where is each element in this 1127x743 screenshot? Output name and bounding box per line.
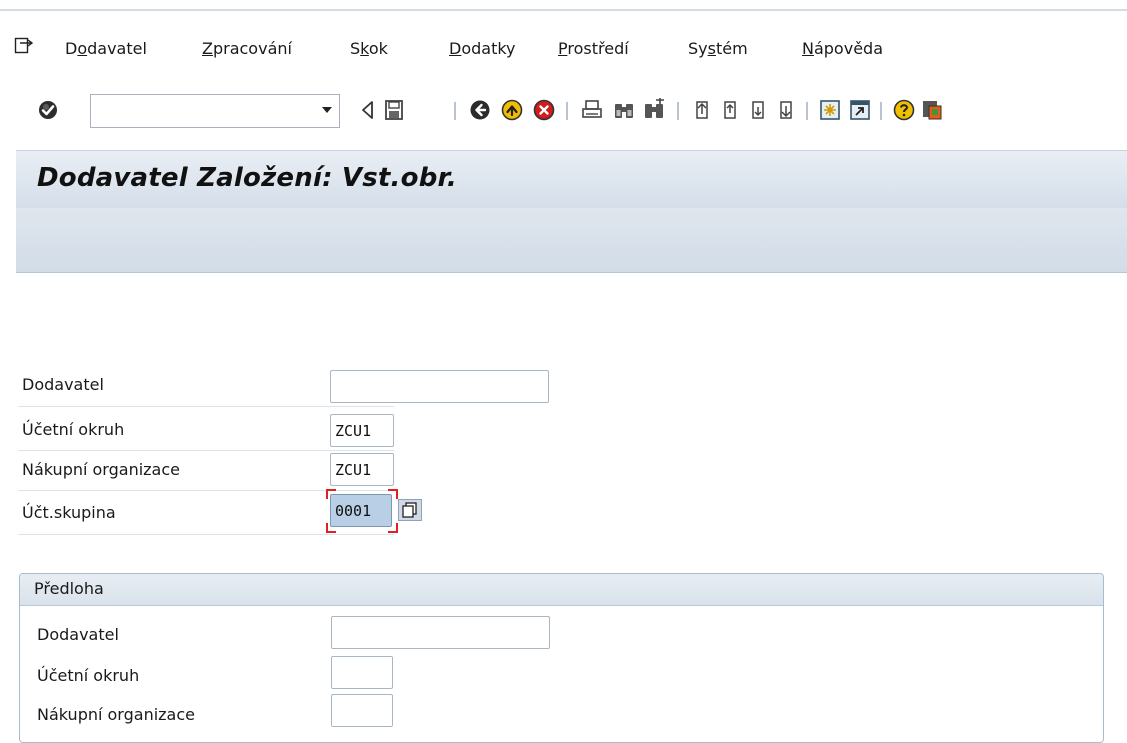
previous-page-icon[interactable] — [718, 97, 742, 123]
ref-vendor-input[interactable] — [332, 617, 549, 648]
create-session-icon[interactable] — [818, 97, 842, 123]
first-page-icon[interactable] — [690, 97, 714, 123]
ref-purchasing-org-field[interactable] — [331, 694, 393, 727]
toolbar-separator — [806, 102, 808, 120]
menu-bar: Dodavatel Zpracování Skok Dodatky Prostř… — [0, 30, 1127, 66]
focus-corner — [388, 489, 398, 499]
title-bar: Dodavatel Založení: Vst.obr. — [16, 150, 1127, 209]
row-divider — [18, 450, 394, 451]
help-icon[interactable] — [892, 97, 916, 123]
reference-group-header: Předloha — [20, 574, 1103, 606]
toolbar-separator — [880, 102, 882, 120]
ref-purchasing-org-label: Nákupní organizace — [37, 705, 195, 724]
command-input[interactable] — [95, 96, 314, 128]
find-next-icon[interactable] — [642, 97, 666, 123]
print-icon[interactable] — [580, 97, 604, 123]
row-divider — [18, 534, 394, 535]
chevron-down-icon[interactable] — [321, 106, 333, 114]
reference-group: Předloha Dodavatel Účetní okruh Nákupní … — [19, 573, 1104, 743]
customize-layout-icon[interactable] — [920, 97, 944, 123]
company-code-label: Účetní okruh — [22, 420, 125, 439]
account-group-field[interactable] — [330, 494, 392, 527]
reference-group-title: Předloha — [34, 579, 104, 598]
vendor-field[interactable] — [330, 370, 549, 403]
value-help-icon[interactable] — [398, 499, 422, 521]
menu-edit[interactable]: Zpracování — [202, 39, 292, 59]
toolbar-separator — [566, 102, 568, 120]
vendor-label: Dodavatel — [22, 375, 104, 394]
menu-help[interactable]: Nápověda — [802, 39, 883, 59]
find-icon[interactable] — [612, 97, 636, 123]
company-code-input[interactable] — [331, 415, 393, 446]
focus-corner — [388, 523, 398, 533]
ref-purchasing-org-input[interactable] — [332, 695, 392, 726]
ref-vendor-label: Dodavatel — [37, 625, 119, 644]
ref-company-code-input[interactable] — [332, 657, 392, 688]
ref-company-code-label: Účetní okruh — [37, 666, 140, 685]
menu-extras[interactable]: Dodatky — [449, 39, 516, 59]
purchasing-org-field[interactable] — [330, 453, 394, 486]
shortcut-icon[interactable] — [848, 97, 872, 123]
save-icon[interactable] — [382, 97, 406, 123]
focus-corner — [326, 523, 336, 533]
toolbar-separator — [454, 102, 456, 120]
menu-environment[interactable]: Prostředí — [558, 39, 629, 59]
purchasing-org-label: Nákupní organizace — [22, 460, 180, 479]
system-toolbar — [0, 90, 1127, 134]
row-divider — [18, 406, 394, 407]
ref-company-code-field[interactable] — [331, 656, 393, 689]
account-group-input[interactable] — [331, 495, 391, 526]
cancel-icon[interactable] — [532, 97, 556, 123]
exit-icon[interactable] — [500, 97, 524, 123]
back-arrow-icon[interactable] — [356, 97, 380, 123]
vendor-input[interactable] — [331, 371, 548, 402]
account-group-label: Účt.skupina — [22, 503, 116, 522]
menu-vendor[interactable]: Dodavatel — [65, 39, 147, 59]
menu-system[interactable]: Systém — [688, 39, 748, 59]
company-code-field[interactable] — [330, 414, 394, 447]
page-title: Dodavatel Založení: Vst.obr. — [37, 163, 457, 193]
purchasing-org-input[interactable] — [331, 454, 393, 485]
enter-icon[interactable] — [36, 97, 60, 123]
menu-expand-icon[interactable] — [14, 36, 34, 56]
row-divider — [18, 490, 394, 491]
menu-goto[interactable]: Skok — [350, 39, 388, 59]
last-page-icon[interactable] — [774, 97, 798, 123]
command-field[interactable] — [90, 94, 340, 128]
focus-corner — [326, 489, 336, 499]
ref-vendor-field[interactable] — [331, 616, 550, 649]
next-page-icon[interactable] — [746, 97, 770, 123]
back-icon[interactable] — [468, 97, 492, 123]
top-divider — [0, 9, 1127, 11]
application-toolbar — [16, 208, 1127, 273]
toolbar-separator — [677, 102, 679, 120]
